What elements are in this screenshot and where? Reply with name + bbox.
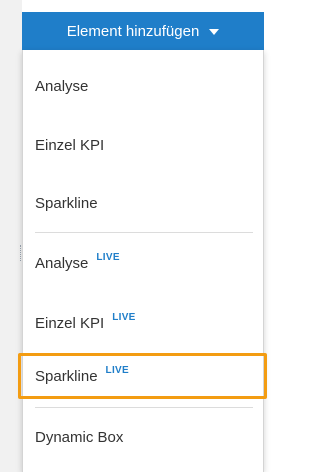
menu-item-einzel-kpi-live[interactable]: Einzel KPI LIVE xyxy=(23,303,263,343)
live-badge: LIVE xyxy=(112,311,136,323)
menu-divider xyxy=(35,407,253,408)
background-panel xyxy=(0,0,22,472)
menu-divider xyxy=(35,232,253,233)
menu-item-sparkline-live[interactable]: Sparkline LIVE xyxy=(23,356,263,396)
menu-item-einzel-kpi[interactable]: Einzel KPI xyxy=(23,125,263,165)
menu-item-label: Einzel KPI xyxy=(35,136,105,154)
menu-item-label: Einzel KPI xyxy=(35,314,105,332)
add-element-button[interactable]: Element hinzufügen xyxy=(22,12,264,50)
menu-item-label: Dynamic Box xyxy=(35,428,124,446)
menu-item-analyse[interactable]: Analyse xyxy=(23,66,263,106)
menu-item-label: Analyse xyxy=(35,77,89,95)
menu-item-dynamic-box[interactable]: Dynamic Box xyxy=(23,417,263,457)
menu-item-label: Sparkline xyxy=(35,367,98,385)
menu-item-sparkline[interactable]: Sparkline xyxy=(23,183,263,223)
caret-down-icon xyxy=(209,28,220,35)
add-element-dropdown-menu: Analyse Einzel KPI Sparkline Analyse LIV… xyxy=(18,50,267,472)
menu-item-analyse-live[interactable]: Analyse LIVE xyxy=(23,243,263,283)
live-badge: LIVE xyxy=(96,251,120,263)
menu-item-label: Sparkline xyxy=(35,194,98,212)
live-badge: LIVE xyxy=(105,364,129,376)
menu-item-label: Analyse xyxy=(35,254,89,272)
add-element-button-label: Element hinzufügen xyxy=(66,22,200,40)
